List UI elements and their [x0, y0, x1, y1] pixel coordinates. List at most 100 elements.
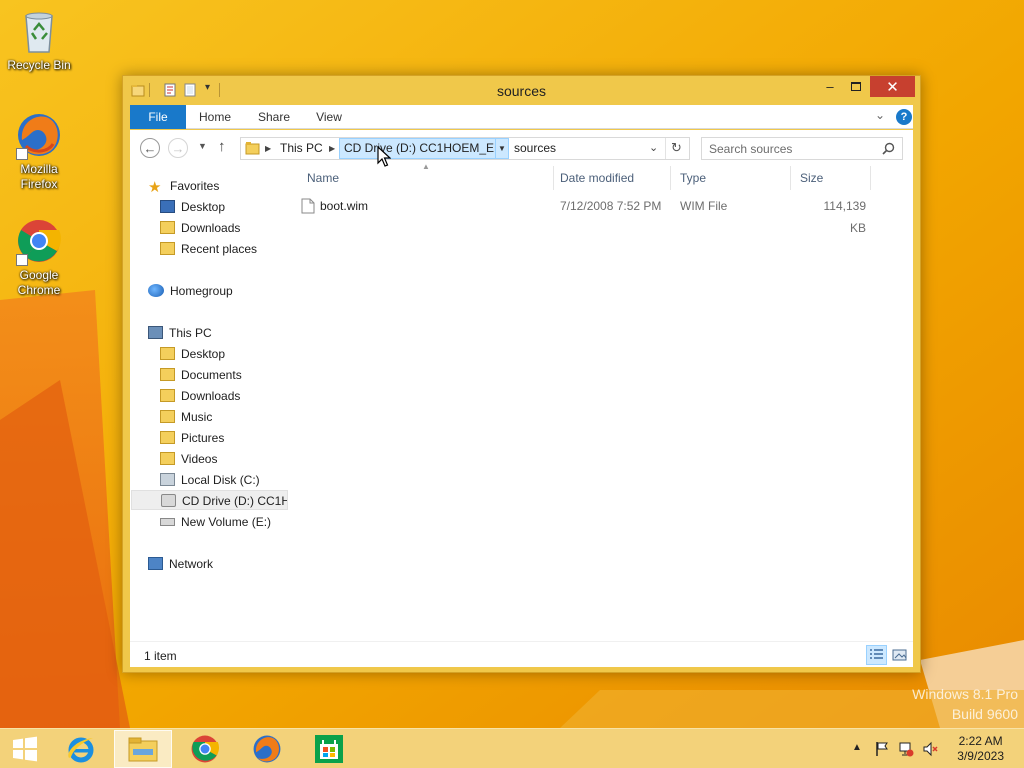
- nav-label: Recent places: [181, 242, 258, 256]
- desktop-folder-icon: [160, 347, 175, 360]
- refresh-icon[interactable]: ↻: [671, 140, 682, 156]
- taskbar-file-explorer[interactable]: [114, 730, 172, 768]
- up-button[interactable]: ↑: [218, 138, 226, 155]
- nav-pc-music[interactable]: Music: [160, 407, 212, 427]
- address-dropdown-icon[interactable]: ⌄: [649, 141, 658, 154]
- search-box[interactable]: [701, 137, 903, 160]
- breadcrumb-this-pc[interactable]: This PC: [280, 138, 323, 159]
- back-button[interactable]: ←: [140, 138, 160, 158]
- taskbar-firefox[interactable]: [238, 730, 296, 768]
- desktop-icon-label: Google Chrome: [17, 268, 61, 297]
- taskbar: ▲ 2:22 AM 3/9/2023: [0, 728, 1024, 768]
- action-center-flag-icon[interactable]: [874, 741, 890, 757]
- nav-pc-downloads[interactable]: Downloads: [160, 386, 240, 406]
- clock[interactable]: 2:22 AM 3/9/2023: [957, 734, 1004, 764]
- nav-pc-cd-drive-d[interactable]: CD Drive (D:) CC1HOEM_EN: [131, 490, 288, 510]
- details-view-button[interactable]: [866, 645, 887, 665]
- file-explorer-icon: [128, 737, 158, 762]
- content-area: ★ Favorites Desktop Downloads Recent plac…: [130, 162, 913, 641]
- nav-label: Local Disk (C:): [181, 473, 260, 487]
- volume-muted-icon[interactable]: [922, 741, 938, 757]
- nav-homegroup[interactable]: Homegroup: [148, 281, 233, 301]
- details-view-icon: [870, 649, 883, 659]
- breadcrumb-dropdown-icon[interactable]: ▼: [495, 138, 509, 159]
- network-status-icon[interactable]: [898, 741, 914, 757]
- file-icon: [301, 198, 315, 214]
- column-header-type[interactable]: Type: [671, 166, 791, 190]
- search-icon[interactable]: [882, 142, 895, 155]
- nav-label: This PC: [169, 326, 212, 340]
- taskbar-google-chrome[interactable]: [176, 730, 234, 768]
- documents-folder-icon: [160, 368, 175, 381]
- desktop-icon-label: Recycle Bin: [7, 58, 71, 72]
- nav-pc-local-disk-c[interactable]: Local Disk (C:): [160, 470, 260, 490]
- tab-file[interactable]: File: [130, 105, 186, 129]
- address-bar[interactable]: ▶ This PC ▶ CD Drive (D:) CC1HOEM_EN ▼ s…: [240, 137, 690, 160]
- table-row[interactable]: boot.wim 7/12/2008 7:52 PM WIM File 114,…: [298, 195, 898, 235]
- nav-pc-pictures[interactable]: Pictures: [160, 428, 224, 448]
- title-bar[interactable]: ▾ sources – ✕: [123, 76, 920, 105]
- breadcrumb-sources[interactable]: sources: [514, 138, 556, 159]
- nav-pc-videos[interactable]: Videos: [160, 449, 217, 469]
- ribbon: File Home Share View ⌄ ?: [130, 105, 913, 129]
- file-list[interactable]: ▲ Name Date modified Type Size boot.wim …: [298, 162, 913, 641]
- nav-this-pc[interactable]: This PC: [148, 323, 212, 343]
- expand-ribbon-icon[interactable]: ⌄: [875, 108, 885, 122]
- help-icon[interactable]: ?: [896, 109, 912, 125]
- breadcrumb-separator[interactable]: ▶: [265, 138, 271, 159]
- large-icons-view-icon: [892, 649, 907, 661]
- taskbar-store[interactable]: [300, 730, 358, 768]
- file-explorer-window: ▾ sources – ✕ File Home Share View ⌄ ? ←…: [122, 75, 921, 673]
- minimize-button[interactable]: –: [817, 76, 843, 97]
- watermark-build: Build 9600: [951, 706, 1018, 722]
- desktop-icon-firefox[interactable]: Mozilla Firefox: [4, 110, 74, 192]
- nav-pc-desktop[interactable]: Desktop: [160, 344, 225, 364]
- nav-favorites-recent-places[interactable]: Recent places: [160, 239, 257, 259]
- internet-explorer-icon: [68, 737, 94, 763]
- arrow-left-icon: ←: [143, 140, 157, 156]
- pictures-folder-icon: [160, 431, 175, 444]
- nav-label: New Volume (E:): [181, 515, 272, 529]
- window-title: sources: [496, 83, 547, 99]
- taskbar-internet-explorer[interactable]: [52, 730, 110, 768]
- start-button[interactable]: [0, 730, 50, 768]
- nav-label: Network: [169, 557, 214, 571]
- show-hidden-icons-chevron-icon[interactable]: ▲: [852, 742, 868, 758]
- desktop-icon-recycle-bin[interactable]: Recycle Bin: [4, 6, 74, 73]
- nav-label: Downloads: [181, 221, 241, 235]
- firefox-icon: [253, 735, 281, 763]
- forward-button[interactable]: →: [168, 138, 188, 158]
- computer-icon: [148, 326, 163, 339]
- network-icon: [148, 557, 163, 570]
- close-button[interactable]: ✕: [870, 76, 915, 97]
- shortcut-arrow-icon: [16, 148, 28, 160]
- column-header-name[interactable]: Name: [298, 166, 554, 190]
- search-input[interactable]: [702, 138, 880, 159]
- breadcrumb-cd-drive[interactable]: CD Drive (D:) CC1HOEM_EN: [339, 138, 508, 159]
- tab-share[interactable]: Share: [252, 105, 296, 129]
- nav-favorites-downloads[interactable]: Downloads: [160, 218, 240, 238]
- nav-pc-documents[interactable]: Documents: [160, 365, 242, 385]
- status-bar: 1 item: [130, 641, 913, 667]
- tab-view[interactable]: View: [310, 105, 348, 129]
- large-icons-view-button[interactable]: [889, 645, 910, 665]
- homegroup-icon: [148, 284, 164, 297]
- column-header-date-modified[interactable]: Date modified: [551, 166, 671, 190]
- nav-pc-new-volume-e[interactable]: New Volume (E:): [160, 512, 271, 532]
- maximize-button[interactable]: [843, 76, 869, 97]
- windows-watermark: Windows 8.1 Pro Build 9600: [912, 686, 1018, 722]
- nav-label: Desktop: [181, 200, 226, 214]
- column-header-size[interactable]: Size: [791, 166, 871, 190]
- nav-label: CD Drive (D:) CC1HOEM_EN: [182, 494, 287, 508]
- nav-favorites-desktop[interactable]: Desktop: [160, 197, 225, 217]
- nav-favorites[interactable]: ★ Favorites: [148, 176, 219, 196]
- breadcrumb-separator[interactable]: ▶: [329, 138, 335, 159]
- recent-locations-dropdown[interactable]: ▼: [198, 141, 207, 151]
- nav-label: Favorites: [170, 179, 220, 193]
- tab-home[interactable]: Home: [194, 105, 236, 129]
- nav-network[interactable]: Network: [148, 554, 213, 574]
- clock-time: 2:22 AM: [958, 734, 1003, 748]
- navigation-pane[interactable]: ★ Favorites Desktop Downloads Recent plac…: [130, 166, 288, 641]
- desktop-icon-chrome[interactable]: Google Chrome: [4, 216, 74, 298]
- nav-label: Videos: [181, 452, 218, 466]
